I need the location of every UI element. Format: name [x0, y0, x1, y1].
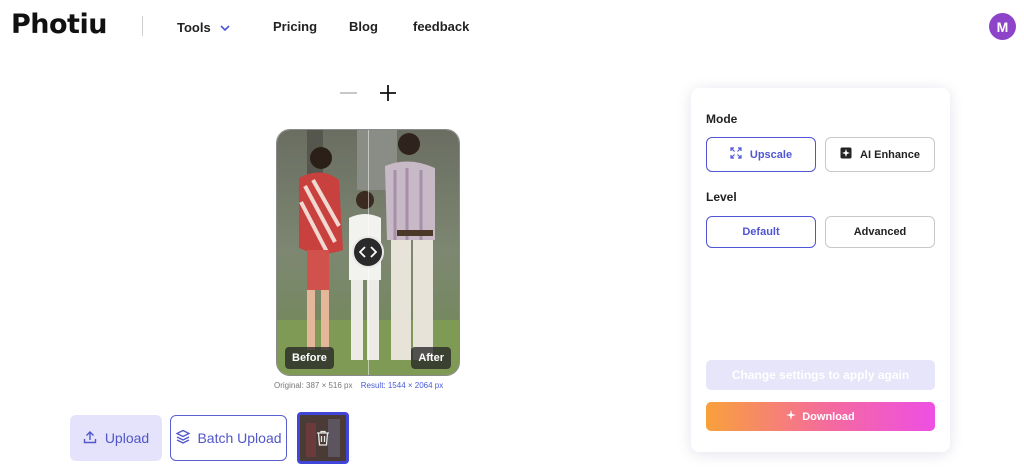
trash-icon[interactable] — [316, 430, 330, 451]
download-button[interactable]: Download — [706, 402, 935, 431]
nav-blog[interactable]: Blog — [349, 19, 378, 34]
upload-icon — [83, 430, 97, 447]
plus-icon[interactable] — [377, 82, 399, 104]
result-dimensions: Result: 1544 × 2064 px — [360, 381, 444, 390]
image-dimensions: Original: 387 × 516 px Result: 1544 × 20… — [274, 381, 443, 390]
sparkle-icon — [786, 410, 797, 423]
download-button-label: Download — [802, 410, 855, 423]
original-dimensions: Original: 387 × 516 px — [274, 381, 353, 390]
minus-icon[interactable] — [340, 92, 357, 94]
upload-button-label: Upload — [104, 430, 150, 446]
mode-label: Mode — [706, 112, 738, 126]
divider — [142, 16, 143, 36]
top-nav: Photiu Tools Pricing Blog feedback M — [0, 0, 1024, 54]
nav-tools[interactable]: Tools — [177, 19, 230, 35]
avatar[interactable]: M — [989, 13, 1016, 40]
nav-tools-label: Tools — [177, 20, 211, 35]
logo[interactable]: Photiu — [11, 9, 107, 40]
image-thumbnail[interactable] — [297, 412, 349, 464]
after-label: After — [411, 347, 451, 369]
expand-icon — [730, 147, 742, 162]
compare-handle-icon[interactable] — [352, 236, 384, 268]
level-label: Level — [706, 190, 737, 204]
upload-button[interactable]: Upload — [70, 415, 162, 461]
mode-ai-enhance-button[interactable]: AI Enhance — [825, 137, 935, 172]
mode-upscale-button[interactable]: Upscale — [706, 137, 816, 172]
apply-settings-button[interactable]: Change settings to apply again — [706, 360, 935, 390]
enhance-icon — [840, 147, 852, 162]
before-after-viewer[interactable]: Before After — [276, 129, 460, 376]
before-label: Before — [285, 347, 334, 369]
batch-upload-label: Batch Upload — [197, 430, 282, 446]
chevron-down-icon — [220, 19, 230, 34]
mode-upscale-label: Upscale — [749, 148, 793, 161]
level-default-button[interactable]: Default — [706, 216, 816, 248]
mode-ai-enhance-label: AI Enhance — [860, 148, 920, 161]
nav-feedback[interactable]: feedback — [413, 19, 469, 34]
settings-panel: Mode Upscale AI Enhance Level Default Ad… — [691, 88, 950, 452]
batch-upload-button[interactable]: Batch Upload — [170, 415, 287, 461]
nav-pricing[interactable]: Pricing — [273, 19, 317, 34]
layers-icon — [175, 429, 191, 448]
level-advanced-button[interactable]: Advanced — [825, 216, 935, 248]
